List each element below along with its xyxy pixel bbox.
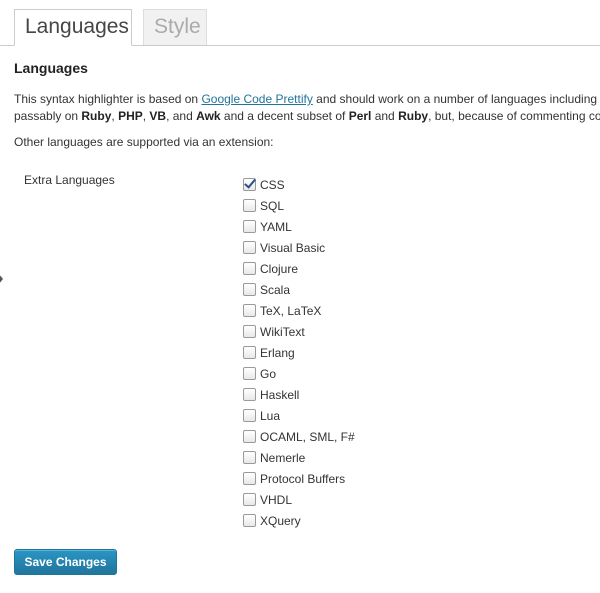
language-option[interactable]: Erlang bbox=[243, 342, 355, 363]
extra-languages-label: Extra Languages bbox=[24, 173, 115, 187]
language-option[interactable]: Protocol Buffers bbox=[243, 468, 355, 489]
language-option[interactable]: Visual Basic bbox=[243, 237, 355, 258]
separator: and bbox=[371, 109, 399, 123]
language-option[interactable]: OCAML, SML, F# bbox=[243, 426, 355, 447]
language-label[interactable]: Protocol Buffers bbox=[260, 472, 345, 486]
language-label[interactable]: Go bbox=[260, 367, 276, 381]
language-option[interactable]: VHDL bbox=[243, 489, 355, 510]
language-option[interactable]: CSS bbox=[243, 174, 355, 195]
intro-text: This syntax highlighter is based on bbox=[14, 92, 202, 106]
separator: , and bbox=[166, 109, 197, 123]
language-option[interactable]: YAML bbox=[243, 216, 355, 237]
intro-paragraph: This syntax highlighter is based on Goog… bbox=[14, 91, 600, 125]
language-checkbox[interactable] bbox=[243, 283, 256, 296]
lang-name: VB bbox=[149, 109, 167, 123]
extra-languages-list: CSS SQL YAML Visual Basic Clojure Scala TeX, L… bbox=[243, 174, 355, 531]
language-option[interactable]: Lua bbox=[243, 405, 355, 426]
language-checkbox[interactable] bbox=[243, 409, 256, 422]
language-label[interactable]: CSS bbox=[260, 178, 285, 192]
language-checkbox[interactable] bbox=[243, 514, 256, 527]
lang-name: Ruby bbox=[398, 109, 429, 123]
language-label[interactable]: Haskell bbox=[260, 388, 299, 402]
language-option[interactable]: Go bbox=[243, 363, 355, 384]
save-changes-button[interactable]: Save Changes bbox=[14, 549, 117, 575]
settings-page: Languages Style Languages This syntax hi… bbox=[0, 0, 600, 593]
intro-line-1: This syntax highlighter is based on Goog… bbox=[14, 91, 600, 108]
tab-languages[interactable]: Languages bbox=[14, 9, 132, 46]
language-checkbox[interactable] bbox=[243, 241, 256, 254]
tab-bar: Languages Style bbox=[0, 0, 600, 46]
language-label[interactable]: Erlang bbox=[260, 346, 295, 360]
language-label[interactable]: TeX, LaTeX bbox=[260, 304, 321, 318]
lang-name: Ruby bbox=[81, 109, 112, 123]
tab-style[interactable]: Style bbox=[143, 9, 207, 45]
language-checkbox[interactable] bbox=[243, 430, 256, 443]
language-option[interactable]: Scala bbox=[243, 279, 355, 300]
collapse-arrow-icon[interactable] bbox=[0, 273, 3, 285]
language-label[interactable]: SQL bbox=[260, 199, 284, 213]
language-checkbox[interactable] bbox=[243, 346, 256, 359]
language-option[interactable]: Clojure bbox=[243, 258, 355, 279]
lang-name: Awk bbox=[196, 109, 221, 123]
language-label[interactable]: OCAML, SML, F# bbox=[260, 430, 355, 444]
language-option[interactable]: XQuery bbox=[243, 510, 355, 531]
language-checkbox[interactable] bbox=[243, 220, 256, 233]
language-option[interactable]: WikiText bbox=[243, 321, 355, 342]
language-label[interactable]: VHDL bbox=[260, 493, 292, 507]
language-checkbox[interactable] bbox=[243, 388, 256, 401]
language-label[interactable]: Lua bbox=[260, 409, 280, 423]
language-label[interactable]: XQuery bbox=[260, 514, 301, 528]
language-option[interactable]: SQL bbox=[243, 195, 355, 216]
language-option[interactable]: Haskell bbox=[243, 384, 355, 405]
language-checkbox[interactable] bbox=[243, 262, 256, 275]
language-checkbox[interactable] bbox=[243, 325, 256, 338]
intro-text: passably on bbox=[14, 109, 82, 123]
language-option[interactable]: Nemerle bbox=[243, 447, 355, 468]
intro-text: and should work on a number of languages… bbox=[312, 92, 598, 106]
language-checkbox[interactable] bbox=[243, 304, 256, 317]
intro-line-2: passably on Ruby, PHP, VB, and Awk and a… bbox=[14, 108, 600, 125]
language-label[interactable]: Scala bbox=[260, 283, 290, 297]
extension-note: Other languages are supported via an ext… bbox=[14, 135, 274, 149]
language-label[interactable]: Visual Basic bbox=[260, 241, 325, 255]
google-code-prettify-link[interactable]: Google Code Prettify bbox=[201, 92, 312, 106]
lang-name: Perl bbox=[348, 109, 372, 123]
language-label[interactable]: WikiText bbox=[260, 325, 305, 339]
language-option[interactable]: TeX, LaTeX bbox=[243, 300, 355, 321]
language-checkbox[interactable] bbox=[243, 472, 256, 485]
language-label[interactable]: YAML bbox=[260, 220, 292, 234]
intro-text: , but, because of commenting co bbox=[428, 109, 600, 123]
lang-name: PHP bbox=[118, 109, 143, 123]
language-checkbox[interactable] bbox=[243, 451, 256, 464]
language-checkbox[interactable] bbox=[243, 178, 256, 191]
language-checkbox[interactable] bbox=[243, 493, 256, 506]
intro-text: and a decent subset of bbox=[220, 109, 349, 123]
language-label[interactable]: Nemerle bbox=[260, 451, 305, 465]
language-checkbox[interactable] bbox=[243, 367, 256, 380]
language-label[interactable]: Clojure bbox=[260, 262, 298, 276]
section-title: Languages bbox=[14, 60, 88, 76]
language-checkbox[interactable] bbox=[243, 199, 256, 212]
